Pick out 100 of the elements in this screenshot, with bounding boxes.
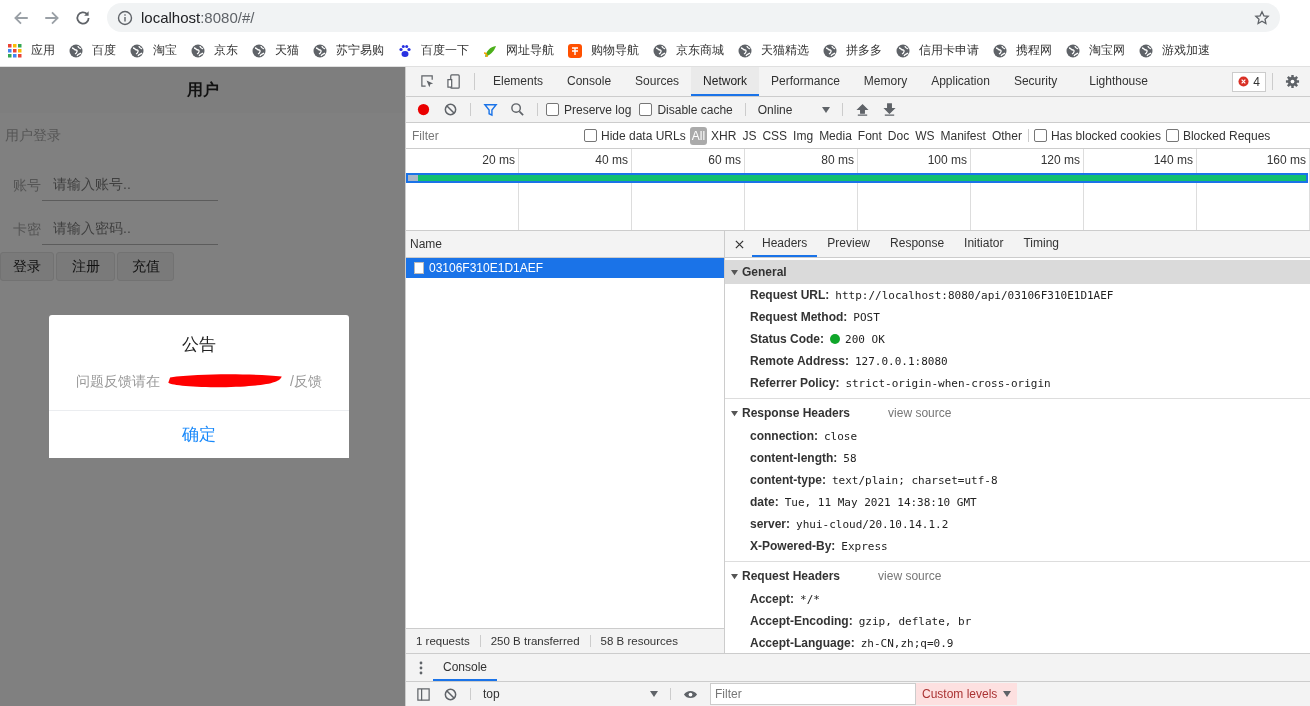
type-filter[interactable]: JS — [740, 126, 759, 145]
bookmark[interactable]: 天猫 — [252, 42, 299, 59]
form-button[interactable]: 注册 — [56, 252, 115, 281]
upload-icon[interactable] — [854, 102, 870, 117]
url-text: localhost:8080/#/ — [141, 9, 256, 26]
header-value: 127.0.0.1:8080 — [854, 354, 948, 368]
download-icon[interactable] — [881, 102, 897, 117]
address-bar[interactable]: localhost:8080/#/ — [107, 3, 1280, 32]
globe-icon — [896, 43, 910, 58]
summary-text: 58 B resources — [599, 635, 679, 647]
error-badge[interactable]: 4 — [1232, 71, 1266, 92]
bookmark[interactable]: 网址导航 — [483, 42, 554, 59]
error-count: 4 — [1253, 74, 1260, 89]
detail-tab[interactable]: Headers — [752, 231, 818, 257]
checkbox[interactable] — [1165, 129, 1179, 142]
input-field[interactable]: 请输入密码.. — [42, 211, 218, 245]
record-icon[interactable] — [416, 102, 431, 117]
input-field[interactable]: 请输入账号.. — [42, 167, 218, 201]
header-name: Accept: — [750, 592, 794, 606]
type-filter[interactable]: Doc — [885, 126, 912, 145]
levels-dropdown[interactable]: Custom levels — [916, 683, 1018, 705]
header-name: content-length: — [750, 451, 838, 465]
bookmark[interactable]: 拼多多 — [823, 42, 882, 59]
devtools-tab[interactable]: Network — [691, 67, 760, 96]
clear-icon[interactable] — [443, 686, 458, 702]
bookmark[interactable]: 百度 — [69, 42, 116, 59]
bookmark[interactable]: 淘宝网 — [1066, 42, 1125, 59]
tick-label: 160 ms — [1266, 153, 1306, 167]
type-filter[interactable]: Font — [855, 126, 884, 145]
devtools-tab[interactable]: Sources — [623, 67, 692, 96]
header-name: Request URL: — [750, 288, 830, 302]
bookmark[interactable]: 携程网 — [993, 42, 1052, 59]
bookmark[interactable]: 应用 — [8, 42, 55, 59]
type-filter[interactable]: CSS — [760, 126, 790, 145]
close-icon[interactable] — [735, 239, 744, 249]
bookmark[interactable]: 信用卡申请 — [896, 42, 979, 59]
header-value: text/plain; charset=utf-8 — [832, 473, 998, 487]
settings-icon[interactable] — [1285, 74, 1300, 89]
throttle-dropdown[interactable]: Online — [751, 102, 836, 117]
type-filter[interactable]: WS — [913, 126, 937, 145]
header-name: Referrer Policy: — [750, 376, 840, 390]
globe-icon — [823, 43, 837, 58]
more-menu-icon[interactable] — [419, 660, 423, 675]
form-button[interactable]: 登录 — [0, 252, 54, 281]
checkbox[interactable] — [639, 103, 653, 116]
checkbox[interactable] — [1033, 129, 1047, 142]
status-dot-icon — [830, 334, 840, 344]
type-filter[interactable]: Img — [791, 126, 816, 145]
reload-icon[interactable] — [74, 8, 92, 27]
view-source-link[interactable]: view source — [878, 569, 942, 583]
leaf-icon — [483, 43, 497, 58]
detail-tab[interactable]: Response — [880, 231, 955, 257]
context-dropdown[interactable]: top — [477, 687, 664, 701]
section-header[interactable]: General — [725, 260, 1310, 284]
detail-tab[interactable]: Preview — [817, 231, 881, 257]
tick-label: 80 ms — [821, 153, 854, 167]
request-row[interactable]: 03106F310E1D1AEF — [406, 258, 724, 278]
bookmark[interactable]: 京东商城 — [653, 42, 724, 59]
device-icon[interactable] — [447, 74, 462, 89]
devtools-tab[interactable]: Security — [1001, 67, 1070, 96]
header-name: date: — [750, 495, 779, 509]
type-filter[interactable]: XHR — [709, 126, 739, 145]
section-header[interactable]: Response Headers view source — [725, 401, 1310, 425]
checkbox[interactable] — [584, 129, 597, 142]
devtools-tab[interactable]: Memory — [851, 67, 920, 96]
section-header[interactable]: Request Headers view source — [725, 564, 1310, 588]
bookmark[interactable]: 购物导航 — [568, 42, 639, 59]
bookmark[interactable]: 京东 — [191, 42, 238, 59]
globe-icon — [69, 43, 83, 58]
devtools-tab[interactable]: Elements — [481, 67, 556, 96]
section-title: Request Headers — [742, 569, 841, 583]
view-source-link[interactable]: view source — [888, 406, 952, 420]
inspect-icon[interactable] — [420, 74, 435, 89]
apps-grid-icon — [8, 43, 22, 58]
bookmark[interactable]: 游戏加速 — [1139, 42, 1210, 59]
search-icon[interactable] — [510, 102, 525, 117]
globe-icon — [653, 43, 667, 58]
form-button[interactable]: 充值 — [117, 252, 174, 281]
filter-icon[interactable] — [483, 102, 498, 117]
devtools-tab[interactable]: Console — [555, 67, 624, 96]
filter-field[interactable]: Filter — [710, 683, 916, 705]
clear-icon[interactable] — [443, 102, 458, 117]
sidebar-icon[interactable] — [416, 686, 431, 702]
devtools-tab[interactable]: Lighthouse — [1069, 67, 1168, 96]
devtools-tab[interactable]: Performance — [759, 67, 852, 96]
detail-tab[interactable]: Timing — [1013, 231, 1069, 257]
type-filter[interactable]: Media — [817, 126, 854, 145]
star-icon[interactable] — [1254, 9, 1270, 26]
devtools-tab[interactable]: Application — [919, 67, 1002, 96]
bookmark[interactable]: 天猫精选 — [738, 42, 809, 59]
bookmark[interactable]: 百度一下 — [398, 42, 469, 59]
detail-tab[interactable]: Initiator — [954, 231, 1014, 257]
type-filter[interactable]: Other — [989, 126, 1024, 145]
bookmark[interactable]: 苏宁易购 — [313, 42, 384, 59]
globe-icon — [993, 43, 1007, 58]
confirm-button[interactable]: 确定 — [49, 410, 349, 458]
bookmark[interactable]: 淘宝 — [130, 42, 177, 59]
type-filter[interactable]: Manifest — [938, 126, 988, 145]
globe-icon — [252, 43, 266, 58]
checkbox[interactable] — [546, 103, 559, 116]
